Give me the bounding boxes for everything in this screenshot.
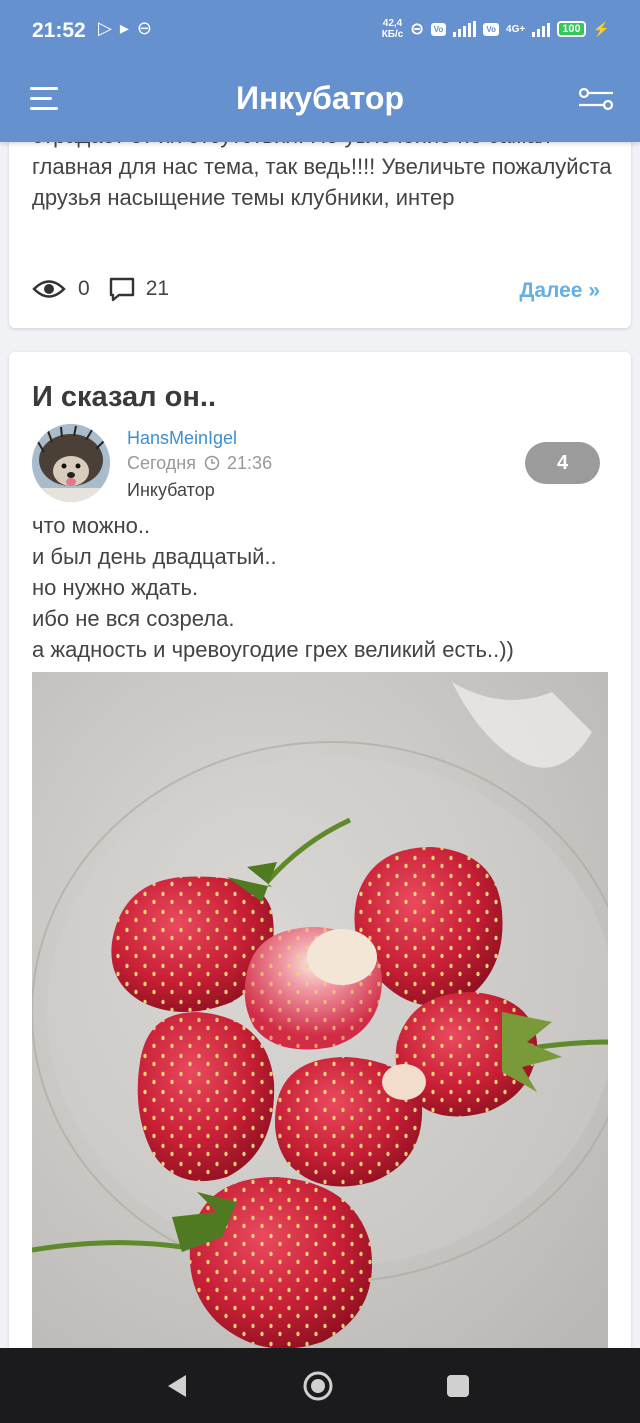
post-stats: 0 21 [32,276,169,302]
hedgehog-avatar-image [32,424,110,502]
status-time: 21:52 [32,19,86,42]
post-line: ибо не вся созрела. [32,606,235,631]
status-right: 42,4 КБ/с ⊝ Vo Vo 4G+ 100 ⚡ [382,18,610,40]
app-bar: Инкубатор [0,62,640,142]
comment-icon [109,277,134,302]
battery-icon: 100 [557,21,586,37]
eye-icon [32,280,66,298]
read-more-link[interactable]: Далее » [519,279,600,303]
page-title: Инкубатор [235,80,405,116]
post-date: Сегодня 21:36 [127,453,272,474]
play-store-icon: ▷ [98,18,120,38]
post-excerpt-text: главная для нас тема, так ведь!!!! Увели… [32,154,612,210]
volte-icon: Vo [430,22,447,36]
clock-icon [204,455,220,471]
net-type: 4G+ [506,23,526,35]
post-date-label: Сегодня [127,453,196,473]
net-speed-value: 42,4 [382,18,403,29]
comments-count: 21 [145,277,170,300]
home-icon[interactable] [302,1370,334,1402]
recents-icon[interactable] [442,1370,474,1402]
back-icon[interactable] [162,1370,194,1402]
post-line: и был день двадцатый.. [32,544,277,569]
filter-icon[interactable] [578,87,614,111]
strawberries-photo [32,672,608,1352]
top-bar: 21:52 ▷▸⊖ 42,4 КБ/с ⊝ Vo Vo 4G+ 100 ⚡ Ин… [0,0,640,142]
signal-icon-2 [532,21,551,37]
post-line: а жадность и чревоугодие грех великий ес… [32,637,514,662]
hotspot-icon: ⊝ [410,21,424,38]
author-name[interactable]: HansMeinIgel [127,428,237,449]
play-icon: ▸ [119,18,137,38]
comments-count-badge[interactable]: 4 [525,442,600,484]
post-body: что можно.. и был день двадцатый.. но ну… [32,510,612,665]
post-category[interactable]: Инкубатор [127,480,215,501]
net-speed: 42,4 КБ/с [382,18,404,40]
post-line: что можно.. [32,513,151,538]
post-line: но нужно ждать. [32,575,199,600]
notification-icons: ▷▸⊖ [98,18,160,39]
volte-icon-2: Vo [483,22,500,36]
avatar[interactable] [32,424,110,502]
views-count: 0 [78,277,90,300]
net-speed-unit: КБ/с [381,29,404,40]
post-card[interactable]: И сказал он.. HansMeinIgel Сегодня 21:36… [9,352,631,1352]
battery-level: 100 [562,23,581,35]
status-bar: 21:52 ▷▸⊖ 42,4 КБ/с ⊝ Vo Vo 4G+ 100 ⚡ [0,0,640,62]
post-title[interactable]: И сказал он.. [32,381,216,414]
post-time: 21:36 [227,453,273,473]
link-icon: ⊖ [136,18,160,38]
post-photo[interactable] [32,672,608,1352]
signal-icon [453,21,477,37]
charging-icon: ⚡ [592,20,610,37]
system-nav-bar [0,1348,640,1423]
